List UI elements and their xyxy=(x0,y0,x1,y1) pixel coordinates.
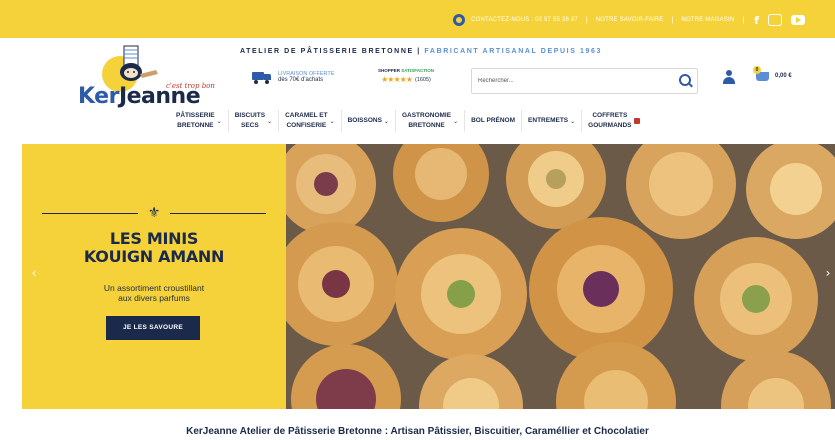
chevron-down-icon: ⌄ xyxy=(383,118,389,125)
kouign-amann-photo xyxy=(286,144,835,409)
site-header: c'est trop bon KerJeanne ATELIER DE PÂTI… xyxy=(0,38,835,138)
atelier-highlight: FABRICANT ARTISANAL DEPUIS 1963 xyxy=(424,48,602,55)
slider-prev-arrow-icon[interactable]: ‹ xyxy=(28,267,40,279)
top-bar: CONTACTEZ-NOUS : 02 97 55 38 97 | NOTRE … xyxy=(0,0,835,38)
nav-label: COFFRETS GOURMANDS xyxy=(588,112,632,129)
chevron-down-icon: ⌄ xyxy=(216,118,222,125)
star-rating-icon: ★★★★★ xyxy=(381,75,413,84)
nav-label: ENTREMETS xyxy=(528,117,569,124)
cart-total: 0,00 € xyxy=(775,73,792,79)
search-input[interactable] xyxy=(478,75,668,87)
hero-subtitle-line1: Un assortiment croustillant xyxy=(103,283,205,293)
chevron-down-icon: ⌄ xyxy=(570,118,576,125)
separator: | xyxy=(671,16,674,24)
top-bar-links: CONTACTEZ-NOUS : 02 97 55 38 97 | NOTRE … xyxy=(453,12,805,28)
nav-item-boissons[interactable]: BOISSONS ⌄ xyxy=(342,106,395,136)
chevron-down-icon: ⌄ xyxy=(329,118,335,125)
logo-ker: Ker xyxy=(78,84,119,109)
hero-title: LES MINIS KOUIGN AMANN xyxy=(22,230,286,266)
savoir-faire-link[interactable]: NOTRE SAVOIR-FAIRE xyxy=(596,17,664,23)
youtube-icon[interactable] xyxy=(791,15,805,25)
nav-label: BOL PRÉNOM xyxy=(471,117,516,124)
hero-subtitle: Un assortiment croustillant aux divers p… xyxy=(22,283,286,303)
rating-count: (1605) xyxy=(414,76,431,83)
atelier-tagline: ATELIER DE PÂTISSERIE BRETONNE | FABRICA… xyxy=(240,48,602,55)
nav-item-bol-prenom[interactable]: BOL PRÉNOM xyxy=(465,106,521,136)
rating-brand-prefix: SHOPPER xyxy=(378,68,401,73)
chevron-down-icon: ⌄ xyxy=(267,118,273,125)
instagram-icon[interactable] xyxy=(768,14,782,26)
nav-label: CARAMEL ET CONFISERIE xyxy=(285,112,328,129)
nav-item-coffrets-gourmands[interactable]: COFFRETS GOURMANDS xyxy=(582,106,645,136)
rating-brand: SHOPPER SATISFACTION xyxy=(378,68,434,73)
chevron-down-icon: ⌄ xyxy=(453,118,459,125)
nav-label: BISCUITS SECS xyxy=(234,112,266,129)
hero-title-line2: KOUIGN AMANN xyxy=(83,247,225,266)
je-les-savoure-button[interactable]: JE LES SAVOURE xyxy=(106,316,200,340)
cart-count-badge: 0 xyxy=(753,66,761,74)
page-title: KerJeanne Atelier de Pâtisserie Bretonne… xyxy=(186,426,649,437)
nav-label: PÂTISSERIE BRETONNE xyxy=(176,112,215,129)
cart[interactable]: 0 0,00 € xyxy=(753,66,792,84)
facebook-icon[interactable]: f xyxy=(754,14,759,27)
search-icon[interactable] xyxy=(679,74,691,86)
nav-item-gastronomie-bretonne[interactable]: GASTRONOMIE BRETONNE ⌄ xyxy=(396,106,464,136)
search-box xyxy=(471,68,698,94)
delivery-subtitle: dès 70€ d'achats xyxy=(278,77,324,83)
nav-item-entremets[interactable]: ENTREMETS ⌄ xyxy=(522,106,581,136)
nav-label: BOISSONS xyxy=(347,117,382,124)
contact-link[interactable]: CONTACTEZ-NOUS : 02 97 55 38 97 xyxy=(471,17,578,23)
magasin-link[interactable]: NOTRE MAGASIN xyxy=(681,17,734,23)
rating-brand-highlight: SATISFACTION xyxy=(401,68,434,73)
gift-icon xyxy=(633,118,640,124)
atelier-prefix: ATELIER DE PÂTISSERIE BRETONNE | xyxy=(240,48,421,55)
slider-next-arrow-icon[interactable]: › xyxy=(822,267,834,279)
free-delivery-info: LIVRAISON OFFERTE dès 70€ d'achats xyxy=(252,70,334,84)
ermine-icon: ⚜ xyxy=(147,205,161,221)
shopper-rating[interactable]: SHOPPER SATISFACTION ★★★★★ (1605) xyxy=(378,68,434,84)
separator: | xyxy=(742,16,745,24)
hero-promo-panel: ⚜ LES MINIS KOUIGN AMANN Un assortiment … xyxy=(22,144,286,409)
nav-item-caramel-confiserie[interactable]: CARAMEL ET CONFISERIE ⌄ xyxy=(279,106,341,136)
cart-icon[interactable]: 0 xyxy=(753,66,771,84)
main-navigation: PÂTISSERIE BRETONNE ⌄ BISCUITS SECS ⌄ CA… xyxy=(170,106,646,136)
nav-item-biscuits-secs[interactable]: BISCUITS SECS ⌄ xyxy=(229,106,278,136)
separator: | xyxy=(585,16,588,24)
truck-icon xyxy=(252,70,272,84)
hero-subtitle-line2: aux divers parfums xyxy=(118,293,190,303)
chat-icon xyxy=(453,14,466,26)
nav-label: GASTRONOMIE BRETONNE xyxy=(401,112,452,129)
hero-slider: ⚜ LES MINIS KOUIGN AMANN Un assortiment … xyxy=(22,144,835,409)
ermine-divider: ⚜ xyxy=(42,206,266,220)
hero-title-line1: LES MINIS xyxy=(109,229,199,248)
account-icon[interactable] xyxy=(722,70,736,86)
nav-item-patisserie-bretonne[interactable]: PÂTISSERIE BRETONNE ⌄ xyxy=(170,106,228,136)
